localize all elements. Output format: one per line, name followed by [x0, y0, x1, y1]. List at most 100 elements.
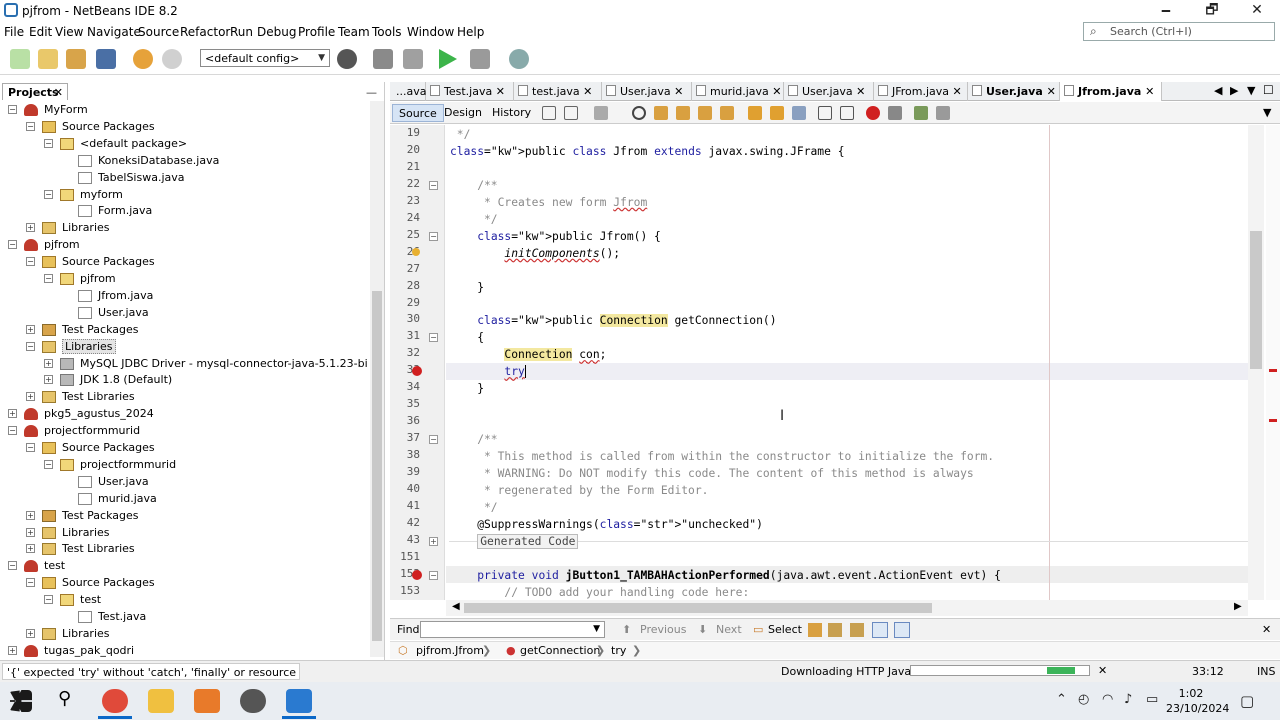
editor-tab[interactable]: User.java ✕ — [968, 82, 1060, 101]
code-line[interactable]: class="kw">public class Jfrom extends ja… — [450, 143, 845, 160]
find-next-icon[interactable]: ⬇ — [698, 623, 707, 636]
breadcrumb-method[interactable]: getConnection — [520, 644, 600, 657]
code-line[interactable]: private void jButton1_TAMBAHActionPerfor… — [450, 567, 1001, 584]
cancel-task-icon[interactable]: ✕ — [1098, 664, 1107, 677]
find-previous-button[interactable]: Previous — [640, 623, 687, 636]
find-input[interactable]: ▼ — [420, 621, 605, 638]
menu-help[interactable]: Help — [457, 25, 484, 39]
collapse-fold-icon[interactable]: − — [429, 435, 438, 445]
chevron-down-icon[interactable]: ▼ — [593, 624, 600, 634]
next-bookmark-icon[interactable] — [770, 106, 784, 120]
collapse-icon[interactable]: − — [44, 274, 53, 283]
netbeans-taskbar-icon[interactable] — [286, 689, 312, 713]
collapse-icon[interactable]: − — [44, 138, 53, 148]
collapse-fold-icon[interactable]: − — [429, 231, 438, 241]
code-line[interactable]: // TODO add your handling code here: — [450, 584, 749, 600]
regex-icon[interactable] — [850, 623, 864, 637]
close-icon[interactable]: ✕ — [54, 86, 63, 99]
code-line[interactable]: */ — [450, 211, 498, 228]
collapse-icon[interactable]: − — [26, 341, 35, 351]
shift-left-icon[interactable] — [818, 106, 832, 120]
editor-vertical-scrollbar[interactable] — [1248, 125, 1264, 600]
tab-scroll-left-icon[interactable]: ◀ — [1214, 84, 1222, 97]
design-view-button[interactable]: Design — [438, 104, 488, 122]
editor-tab[interactable]: Test.java ✕ — [426, 82, 514, 101]
expand-icon[interactable]: + — [26, 510, 35, 520]
chrome-icon[interactable] — [102, 689, 128, 713]
expand-icon[interactable]: + — [8, 645, 17, 655]
close-icon[interactable]: ✕ — [583, 85, 592, 98]
expand-icon[interactable]: + — [44, 358, 53, 368]
code-line[interactable]: /** — [450, 431, 497, 448]
code-line[interactable]: } — [450, 279, 484, 296]
close-icon[interactable]: ✕ — [1047, 85, 1056, 98]
code-line[interactable]: @SuppressWarnings(class="str">"unchecked… — [450, 516, 763, 533]
menu-team[interactable]: Team — [338, 25, 370, 39]
close-find-icon[interactable]: ✕ — [1262, 623, 1271, 636]
editor-tab[interactable]: ...ava — [390, 82, 426, 101]
recorder-icon[interactable] — [240, 689, 266, 713]
collapse-icon[interactable]: − — [8, 240, 17, 250]
volume-icon[interactable]: ♪ — [1124, 692, 1132, 707]
editor-horizontal-scrollbar[interactable]: ◀ ▶ — [446, 600, 1248, 616]
build-hammer-icon[interactable] — [373, 49, 393, 69]
code-line[interactable]: * WARNING: Do NOT modify this code. The … — [450, 465, 974, 482]
code-line[interactable]: class="kw">public Jfrom() { — [450, 228, 661, 245]
code-line[interactable]: * This method is called from within the … — [450, 448, 994, 465]
error-stripe-mark[interactable] — [1269, 419, 1277, 422]
menu-source[interactable]: Source — [138, 25, 179, 39]
wifi-icon[interactable]: ◠ — [1102, 692, 1113, 707]
last-edit-icon[interactable] — [542, 106, 556, 120]
collapse-fold-icon[interactable]: − — [429, 333, 438, 343]
close-icon[interactable]: ✕ — [953, 85, 962, 98]
back-icon[interactable] — [564, 106, 578, 120]
expand-icon[interactable]: + — [26, 544, 35, 554]
code-line[interactable]: class="kw">public Connection getConnecti… — [450, 312, 777, 329]
taskbar-clock[interactable]: 1:02 23/10/2024 — [1166, 686, 1229, 716]
editor-tab-active[interactable]: Jfrom.java ✕ — [1060, 82, 1162, 101]
close-window-button[interactable]: ✕ — [1234, 0, 1280, 22]
collapse-icon[interactable]: − — [26, 121, 35, 131]
comment-icon[interactable] — [914, 106, 928, 120]
editor-scrollbar-thumb[interactable] — [1250, 231, 1262, 369]
collapse-icon[interactable]: − — [44, 459, 53, 469]
close-icon[interactable]: ✕ — [772, 85, 781, 98]
battery-icon[interactable]: ▭ — [1146, 692, 1158, 707]
globe-icon[interactable] — [337, 49, 357, 69]
expand-icon[interactable]: + — [26, 527, 35, 537]
expand-icon[interactable]: + — [26, 223, 35, 233]
menu-debug[interactable]: Debug — [257, 25, 296, 39]
menu-file[interactable]: File — [4, 25, 24, 39]
find-previous-icon[interactable]: ⬆ — [622, 623, 631, 636]
editor-tab[interactable]: User.java ✕ — [784, 82, 874, 101]
code-line[interactable]: Connection con; — [450, 346, 606, 363]
task-progress-bar[interactable] — [910, 665, 1090, 676]
file-explorer-icon[interactable] — [148, 689, 174, 713]
match-case-icon[interactable] — [808, 623, 822, 637]
uncomment-icon[interactable] — [936, 106, 950, 120]
maximize-button[interactable]: 🗗 — [1189, 0, 1235, 22]
undo-icon[interactable] — [133, 49, 153, 69]
forward-icon[interactable] — [594, 106, 608, 120]
collapse-icon[interactable]: − — [26, 578, 35, 588]
scroll-right-icon[interactable]: ▶ — [1234, 601, 1242, 612]
shift-right-icon[interactable] — [840, 106, 854, 120]
toggle-bookmark-icon[interactable] — [792, 106, 806, 120]
expand-toolbar-icon[interactable]: ▼ — [1263, 106, 1271, 119]
source-view-button[interactable]: Source — [392, 104, 444, 122]
collapse-icon[interactable]: − — [8, 426, 17, 436]
menu-tools[interactable]: Tools — [372, 25, 402, 39]
scroll-left-icon[interactable]: ◀ — [452, 601, 460, 612]
find-selection-icon[interactable] — [698, 106, 712, 120]
expand-icon[interactable]: + — [26, 628, 35, 638]
maximize-editor-icon[interactable]: ☐ — [1263, 83, 1274, 97]
run-icon[interactable] — [439, 49, 457, 69]
close-icon[interactable]: ✕ — [674, 85, 683, 98]
toggle-highlight-icon[interactable] — [720, 106, 734, 120]
menu-refactor[interactable]: Refactor — [180, 25, 230, 39]
tab-scroll-right-icon[interactable]: ▶ — [1230, 84, 1238, 97]
profile-icon[interactable] — [509, 49, 529, 69]
collapse-icon[interactable]: − — [8, 561, 17, 571]
editor-tab[interactable]: JFrom.java ✕ — [874, 82, 968, 101]
code-line[interactable]: { — [450, 329, 484, 346]
